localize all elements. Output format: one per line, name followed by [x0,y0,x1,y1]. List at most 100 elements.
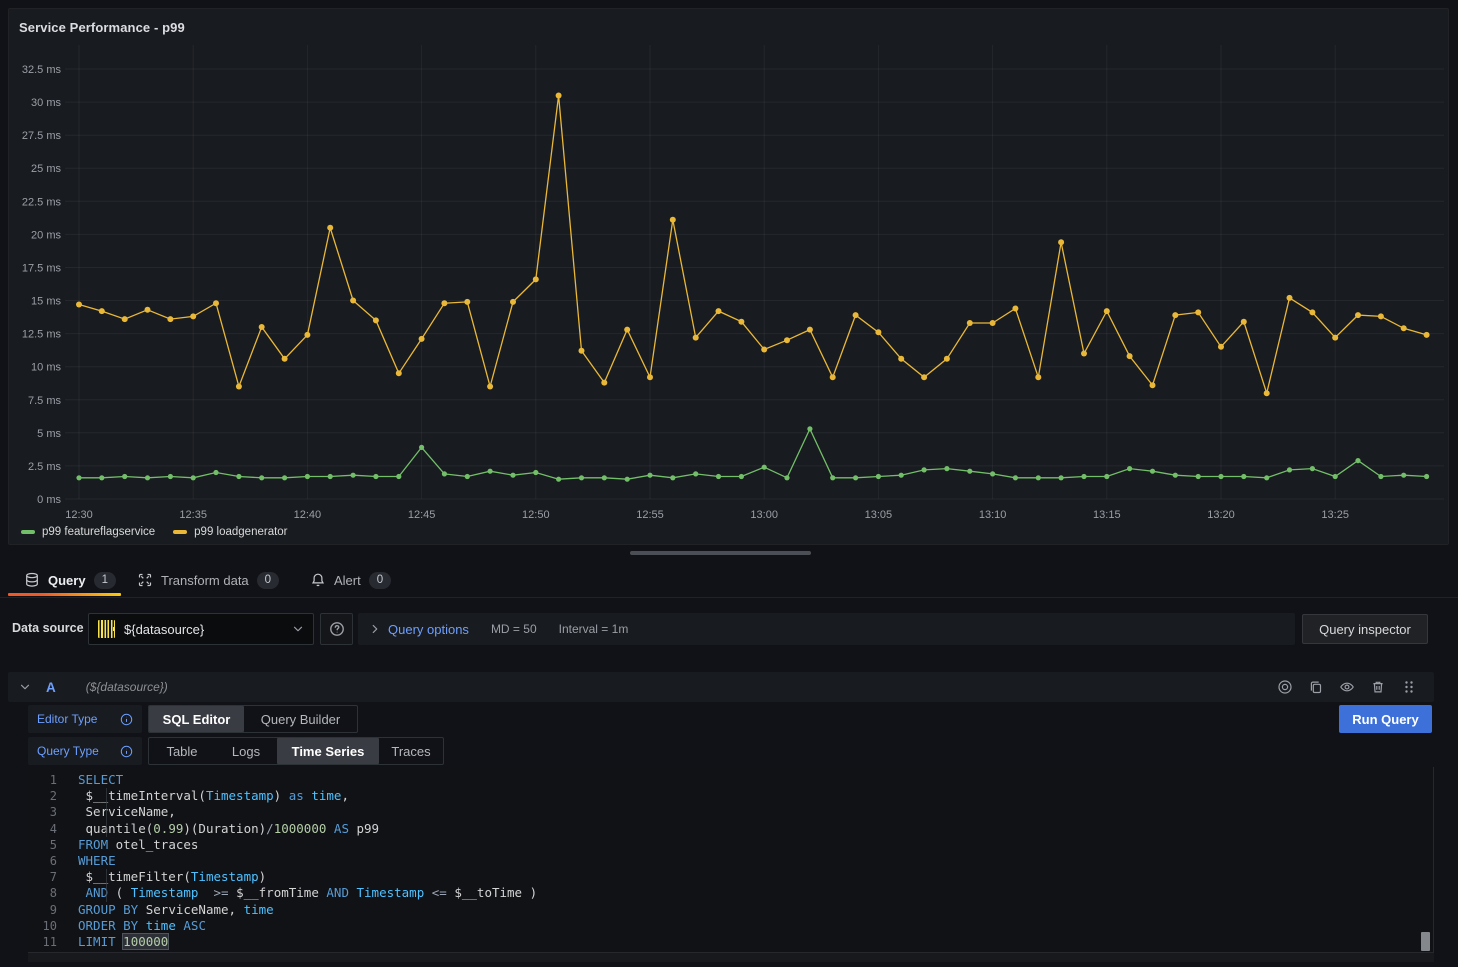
svg-text:32.5 ms: 32.5 ms [22,64,62,76]
line-number: 9 [28,902,78,918]
code-line: 2 $__timeInterval(Timestamp) as time, [28,788,1433,804]
editor-type-sql-editor[interactable]: SQL Editor [149,706,244,732]
code-line: 6WHERE [28,853,1433,869]
code-token: ) [259,869,267,884]
info-icon[interactable] [120,713,133,726]
code-line: 3 ServiceName, [28,804,1433,820]
indent-guide [106,821,107,837]
drag-handle-icon[interactable] [1398,676,1420,698]
help-button[interactable] [320,613,353,645]
tab-bar: Query 1 Transform data 0 Alert 0 [0,563,1458,597]
code-token: Timestamp [191,869,259,884]
svg-text:20 ms: 20 ms [31,229,61,241]
indent-guide [106,788,107,804]
tab-transform-data[interactable]: Transform data 0 [137,563,279,597]
svg-text:17.5 ms: 17.5 ms [22,263,62,275]
query-type-label: Query Type [37,744,120,758]
code-token: SELECT [78,772,123,787]
code-token: <= [432,885,447,900]
code-token: AND [326,885,349,900]
code-token: Timestamp [206,788,274,803]
database-icon [24,572,40,588]
svg-text:13:05: 13:05 [865,509,893,521]
query-type-chip: Query Type [28,737,142,765]
code-token: FROM [78,837,108,852]
panel-service-performance: 0 ms2.5 ms5 ms7.5 ms10 ms12.5 ms15 ms17.… [8,8,1449,545]
code-token: ( [108,885,131,900]
code-token [78,885,86,900]
svg-text:30 ms: 30 ms [31,97,61,109]
code-line: 11LIMIT 100000 [28,934,1433,950]
delete-query-trash-icon[interactable] [1367,676,1389,698]
tab-alert-count: 0 [369,572,391,589]
editor-type-chip: Editor Type [28,705,142,733]
info-icon[interactable] [120,745,133,758]
code-token: , [341,788,349,803]
code-token: 1000000 [274,821,327,836]
query-type-traces[interactable]: Traces [379,738,443,764]
duplicate-query-icon[interactable] [1305,676,1327,698]
line-number: 5 [28,837,78,853]
disable-query-icon[interactable] [1274,676,1296,698]
query-type-table[interactable]: Table [149,738,215,764]
svg-text:7.5 ms: 7.5 ms [28,395,62,407]
code-token: time [311,788,341,803]
horizontal-scrollbar[interactable] [630,551,811,555]
svg-text:12:35: 12:35 [179,509,207,521]
code-token: $__toTime ) [447,885,537,900]
bell-icon [310,572,326,588]
svg-text:15 ms: 15 ms [31,296,61,308]
run-query-button[interactable]: Run Query [1339,705,1432,733]
svg-text:2.5 ms: 2.5 ms [28,461,62,473]
code-editor-footer [28,953,1434,962]
code-token [138,918,146,933]
code-token: $__fromTime [229,885,327,900]
query-type-time-series[interactable]: Time Series [277,738,379,764]
code-line: 9GROUP BY ServiceName, time [28,902,1433,918]
clickhouse-logo-icon [98,620,115,638]
legend-series-label: p99 featureflagservice [42,526,155,538]
tab-alert[interactable]: Alert 0 [310,563,391,597]
code-token: AND [86,885,109,900]
line-number: 1 [28,772,78,788]
line-number: 2 [28,788,78,804]
code-line: 7 $__timeFilter(Timestamp) [28,869,1433,885]
indent-guide [106,869,107,885]
query-ref-id[interactable]: A [46,680,56,695]
code-line: 4 quantile(0.99)(Duration)/1000000 AS p9… [28,821,1433,837]
query-options-md: MD = 50 [491,622,537,636]
code-line: 8 AND ( Timestamp >= $__fromTime AND Tim… [28,885,1433,901]
tab-transform-label: Transform data [161,573,249,588]
indent-guide [106,885,107,901]
code-token: 0.99 [153,821,183,836]
tab-transform-count: 0 [257,572,279,589]
editor-type-query-builder[interactable]: Query Builder [244,706,357,732]
code-token: / [266,821,274,836]
datasource-picker[interactable]: ${datasource} [88,613,314,645]
chevron-down-icon [291,622,305,636]
sql-code-editor[interactable]: 1SELECT2 $__timeInterval(Timestamp) as t… [28,767,1434,953]
svg-text:5 ms: 5 ms [37,428,61,440]
editor-type-label: Editor Type [37,712,120,726]
code-line: 1SELECT [28,772,1433,788]
query-inspector-button[interactable]: Query inspector [1302,614,1428,644]
legend-item[interactable]: p99 loadgenerator [173,526,287,538]
legend-item[interactable]: p99 featureflagservice [21,526,155,538]
code-token [424,885,432,900]
sql-code: 1SELECT2 $__timeInterval(Timestamp) as t… [28,772,1433,950]
query-options-toggle[interactable]: Query options [388,622,469,637]
hide-response-eye-icon[interactable] [1336,676,1358,698]
code-token: as [289,788,304,803]
line-number: 8 [28,885,78,901]
query-type-logs[interactable]: Logs [215,738,277,764]
chevron-right-icon[interactable] [368,622,382,636]
svg-text:12:40: 12:40 [294,509,322,521]
collapse-chevron-icon[interactable] [18,680,32,694]
tab-query-label: Query [48,573,86,588]
code-token: AS [334,821,349,836]
vertical-scrollbar-thumb[interactable] [1421,932,1430,951]
query-row-header[interactable]: A (${datasource}) [8,672,1434,702]
chart-legend: p99 featureflagservice p99 loadgenerator [21,526,288,538]
tab-query[interactable]: Query 1 [24,563,116,597]
code-token: WHERE [78,853,116,868]
